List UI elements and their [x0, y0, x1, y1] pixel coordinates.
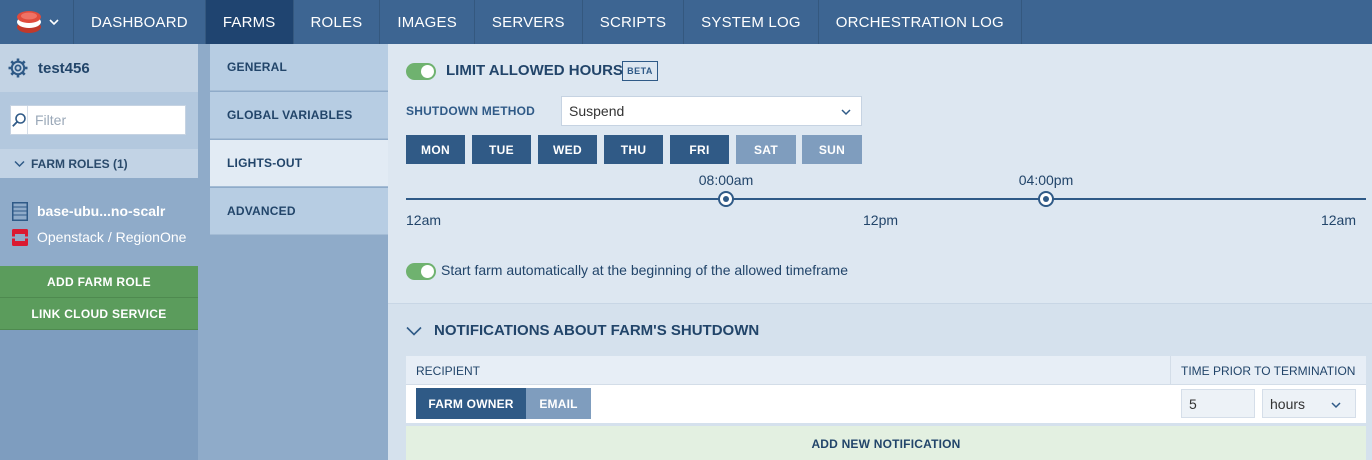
- farm-roles-header: FARM ROLES (1): [31, 156, 128, 171]
- add-farm-role-button[interactable]: ADD FARM ROLE: [0, 266, 198, 298]
- filter-field: [10, 105, 216, 135]
- time-unit-value: hours: [1270, 395, 1306, 412]
- scale-label-mid: 12pm: [863, 212, 899, 228]
- notifications-header[interactable]: NOTIFICATIONS ABOUT FARM'S SHUTDOWN: [406, 322, 759, 339]
- auto-start-toggle[interactable]: [406, 263, 436, 280]
- nav-farms[interactable]: FARMS: [205, 0, 294, 44]
- farm-name: test456: [38, 59, 90, 77]
- chevron-down-icon: [841, 109, 851, 116]
- gear-icon: [8, 58, 28, 78]
- day-sun-button[interactable]: SUN: [802, 135, 862, 164]
- farm-sidebar: test456 FARM ROLES (1) base-u: [0, 44, 216, 460]
- day-thu-button[interactable]: THU: [604, 135, 663, 164]
- tab-global-variables[interactable]: GLOBAL VARIABLES: [210, 92, 388, 139]
- beta-badge: BETA: [622, 61, 658, 81]
- scale-label-start: 12am: [406, 212, 442, 228]
- slider-end-label: 04:00pm: [1018, 172, 1074, 188]
- farm-roles-toggle[interactable]: FARM ROLES (1): [0, 149, 198, 178]
- server-image-icon: [12, 201, 28, 221]
- day-wed-button[interactable]: WED: [538, 135, 597, 164]
- auto-start-label: Start farm automatically at the beginnin…: [441, 262, 848, 278]
- notifications-table-header: RECIPIENT TIME PRIOR TO TERMINATION: [406, 356, 1366, 385]
- time-prior-input[interactable]: [1181, 389, 1255, 418]
- recipient-email-button[interactable]: EMAIL: [526, 388, 591, 419]
- shutdown-method-select[interactable]: Suspend: [561, 96, 862, 126]
- limit-hours-toggle[interactable]: [406, 63, 436, 80]
- nav-images[interactable]: IMAGES: [380, 0, 475, 44]
- slider-end-handle[interactable]: [1038, 191, 1054, 207]
- slider-start-handle[interactable]: [718, 191, 734, 207]
- day-tue-button[interactable]: TUE: [472, 135, 531, 164]
- notification-row: FARM OWNER EMAIL hours: [406, 385, 1366, 423]
- time-range-slider: 08:00am 04:00pm 12am 12pm 12am: [406, 172, 1366, 232]
- farm-role-location: Openstack / RegionOne: [37, 229, 187, 245]
- limit-hours-title: LIMIT ALLOWED HOURS: [446, 62, 623, 79]
- filter-bar: [0, 92, 216, 149]
- chevron-down-icon: [1331, 402, 1341, 409]
- slider-start-label: 08:00am: [698, 172, 754, 188]
- day-sat-button[interactable]: SAT: [736, 135, 796, 164]
- shutdown-method-label: SHUTDOWN METHOD: [406, 104, 535, 118]
- openstack-icon: [12, 228, 28, 246]
- day-mon-button[interactable]: MON: [406, 135, 465, 164]
- tab-general[interactable]: GENERAL: [210, 44, 388, 91]
- farm-role-item[interactable]: base-ubu...no-scalr Openstack / RegionOn…: [0, 178, 198, 266]
- notifications-panel: NOTIFICATIONS ABOUT FARM'S SHUTDOWN RECI…: [388, 303, 1372, 460]
- nav-servers[interactable]: SERVERS: [475, 0, 583, 44]
- stacked-layers-logo-icon: [16, 11, 41, 33]
- chevron-down-icon: [48, 19, 59, 26]
- add-notification-button[interactable]: ADD NEW NOTIFICATION: [406, 426, 1366, 460]
- shutdown-method-value: Suspend: [569, 103, 625, 119]
- chevron-down-icon: [14, 160, 25, 167]
- scale-label-end: 12am: [1320, 212, 1356, 228]
- slider-track: [406, 198, 1366, 200]
- farm-settings-header[interactable]: test456: [0, 44, 198, 92]
- settings-tabs: GENERAL GLOBAL VARIABLES LIGHTS-OUT ADVA…: [198, 44, 388, 460]
- filter-input[interactable]: [28, 106, 216, 134]
- nav-scripts[interactable]: SCRIPTS: [583, 0, 685, 44]
- app-menu-button[interactable]: [0, 0, 74, 44]
- nav-system-log[interactable]: SYSTEM LOG: [684, 0, 819, 44]
- chevron-down-icon: [406, 326, 422, 336]
- time-unit-select[interactable]: hours: [1262, 389, 1356, 418]
- search-icon: [11, 106, 28, 134]
- nav-dashboard[interactable]: DASHBOARD: [74, 0, 206, 44]
- top-navigation: DASHBOARD FARMS ROLES IMAGES SERVERS SCR…: [0, 0, 1372, 44]
- col-time-header: TIME PRIOR TO TERMINATION: [1181, 364, 1356, 378]
- farm-role-name: base-ubu...no-scalr: [37, 203, 166, 219]
- recipient-farm-owner-button[interactable]: FARM OWNER: [416, 388, 526, 419]
- tab-lights-out[interactable]: LIGHTS-OUT: [210, 140, 388, 187]
- link-cloud-service-button[interactable]: LINK CLOUD SERVICE: [0, 298, 198, 330]
- nav-roles[interactable]: ROLES: [294, 0, 381, 44]
- notifications-title: NOTIFICATIONS ABOUT FARM'S SHUTDOWN: [434, 322, 760, 339]
- tab-advanced[interactable]: ADVANCED: [210, 188, 388, 235]
- nav-orchestration-log[interactable]: ORCHESTRATION LOG: [819, 0, 1022, 44]
- lights-out-panel: LIMIT ALLOWED HOURS BETA SHUTDOWN METHOD…: [388, 44, 1372, 460]
- day-fri-button[interactable]: FRI: [670, 135, 729, 164]
- col-recipient-header: RECIPIENT: [416, 364, 481, 378]
